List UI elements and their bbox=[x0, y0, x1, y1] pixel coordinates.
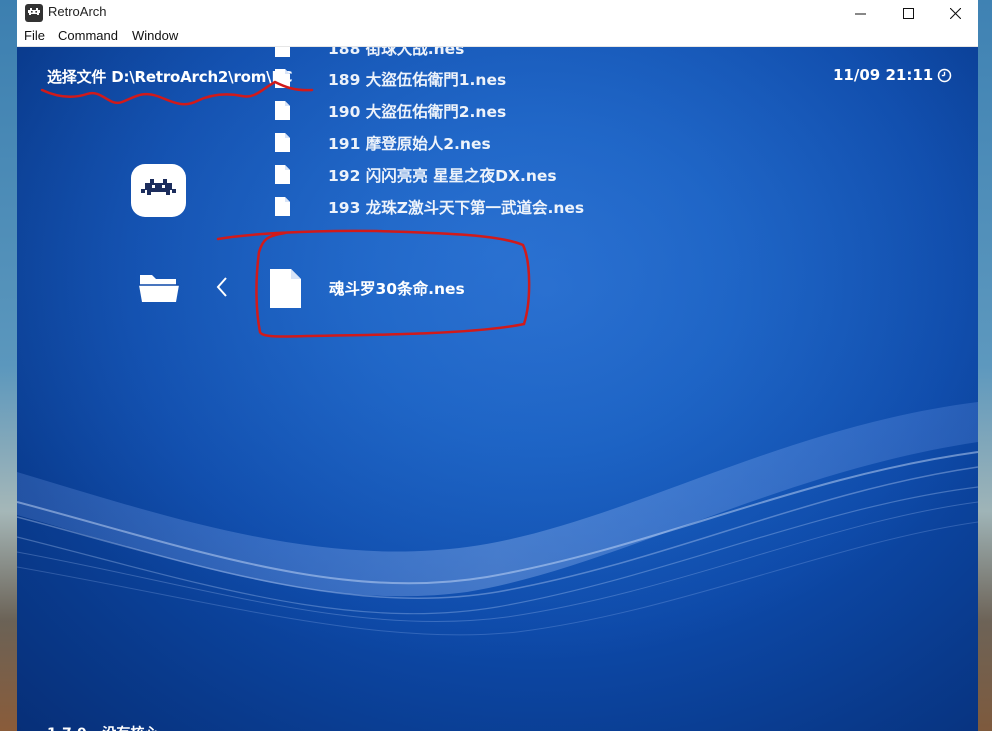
file-name: 191 摩登原始人2.nes bbox=[328, 135, 491, 153]
page-title: 选择文件 D:\RetroArch2\rom\FC bbox=[47, 68, 293, 86]
folder-icon[interactable] bbox=[138, 271, 180, 303]
clock-text: 11/09 21:11 bbox=[833, 66, 934, 84]
retroarch-window: RetroArch File Command Window 选择文件 D:\Re… bbox=[17, 0, 978, 731]
selected-file-name: 魂斗罗30条命.nes bbox=[329, 280, 465, 298]
maximize-button[interactable] bbox=[885, 0, 931, 26]
retroarch-invader-icon bbox=[141, 179, 176, 195]
menu-command[interactable]: Command bbox=[58, 28, 118, 43]
file-icon bbox=[275, 197, 290, 216]
file-name: 189 大盜伍佑衛門1.nes bbox=[328, 71, 507, 89]
desktop-wallpaper-right bbox=[978, 0, 992, 731]
ribbon-background bbox=[17, 47, 978, 731]
title-bar[interactable]: RetroArch bbox=[17, 0, 978, 26]
file-name: 190 大盜伍佑衛門2.nes bbox=[328, 103, 507, 121]
file-icon bbox=[275, 69, 290, 88]
file-name: 193 龙珠Z激斗天下第一武道会.nes bbox=[328, 199, 585, 217]
file-icon bbox=[275, 101, 290, 120]
status-text: 1.7.9 - 没有核心 bbox=[47, 723, 158, 731]
minimize-icon bbox=[854, 13, 866, 14]
minimize-button[interactable] bbox=[837, 0, 883, 26]
file-name: 188 街球大战.nes bbox=[328, 47, 465, 58]
retroarch-logo[interactable] bbox=[131, 164, 186, 217]
file-icon bbox=[275, 47, 290, 57]
retroarch-app-icon bbox=[25, 4, 43, 22]
maximize-icon bbox=[902, 7, 914, 19]
xmb-menu-area: 选择文件 D:\RetroArch2\rom\FC 11/09 21:11 18… bbox=[17, 47, 978, 731]
file-name: 192 闪闪亮亮 星星之夜DX.nes bbox=[328, 167, 557, 185]
selected-file-item[interactable]: 魂斗罗30条命.nes bbox=[270, 267, 530, 309]
file-icon bbox=[275, 165, 290, 184]
menu-bar: File Command Window bbox=[17, 26, 978, 47]
file-icon bbox=[270, 269, 301, 308]
file-icon bbox=[275, 133, 290, 152]
menu-file[interactable]: File bbox=[24, 28, 45, 43]
clock-icon bbox=[937, 68, 952, 83]
close-icon bbox=[949, 7, 961, 19]
desktop-wallpaper-left bbox=[0, 0, 17, 731]
menu-window[interactable]: Window bbox=[132, 28, 178, 43]
window-title: RetroArch bbox=[48, 4, 107, 19]
chevron-left-icon[interactable] bbox=[216, 276, 228, 298]
close-button[interactable] bbox=[932, 0, 978, 26]
